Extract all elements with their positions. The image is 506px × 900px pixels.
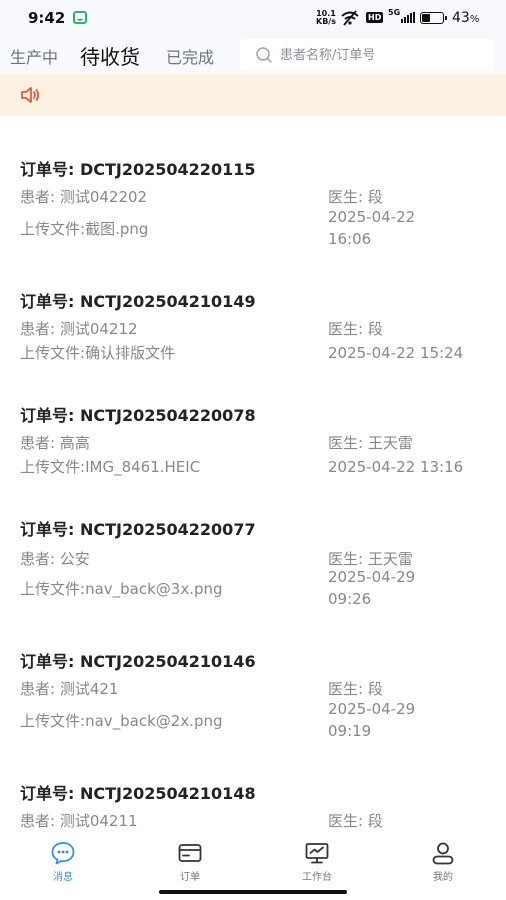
upload-file-field: 上传文件:确认排版文件 (20, 344, 176, 362)
message-icon (51, 842, 75, 865)
wifi-off-icon (340, 10, 360, 29)
signal-label: 5G (388, 8, 401, 17)
speaker-icon[interactable] (20, 85, 40, 105)
patient-field: 患者: 测试421 (20, 680, 119, 698)
patient-field: 患者: 测试042202 (20, 188, 148, 206)
order-date: 2025-04-22 15:24 (328, 344, 464, 362)
battery-icon (420, 12, 447, 24)
doctor-field: 医生: 王天雷 (328, 434, 413, 452)
monitor-icon (305, 843, 329, 864)
order-date: 2025-04-22 13:16 (328, 458, 464, 476)
patient-field: 患者: 测试04212 (20, 320, 138, 338)
order-number: 订单号: NCTJ202504210148 (20, 784, 256, 803)
nav-item-messages[interactable]: 消息 (23, 840, 103, 883)
upload-file-field: 上传文件:IMG_8461.HEIC (20, 458, 201, 476)
nav-label: 消息 (53, 872, 73, 883)
order-status-tabs: 生产中 待收货 已完成 (0, 36, 506, 74)
order-date: 2025-04-29 09:26 (328, 568, 416, 608)
nav-label: 工作台 (302, 872, 332, 883)
order-number: 订单号: NCTJ202504220078 (20, 406, 256, 425)
doctor-field: 医生: 段 (328, 812, 383, 830)
hd-badge: HD (366, 12, 384, 23)
upload-file-field: 上传文件:截图.png (20, 220, 149, 238)
status-time: 9:42 (28, 9, 66, 27)
patient-field: 患者: 公安 (20, 550, 90, 568)
tab-pending-receipt[interactable]: 待收货 (80, 41, 140, 70)
search-icon (256, 47, 272, 63)
app-notification-icon (73, 11, 87, 24)
order-list: 订单号: DCTJ202504220115 患者: 测试042202 医生: 段… (0, 116, 506, 834)
doctor-field: 医生: 段 (328, 680, 383, 698)
order-date: 2025-04-29 09:19 (328, 700, 416, 740)
status-bar: 9:42 10.1 KB/s HD 5G 43% (0, 0, 506, 36)
order-number: 订单号: NCTJ202504210146 (20, 652, 256, 671)
order-number: 订单号: DCTJ202504220115 (20, 160, 256, 179)
upload-file-field: 上传文件:nav_back@3x.png (20, 580, 223, 598)
wallet-icon (178, 844, 202, 862)
upload-file-field: 上传文件:nav_back@2x.png (20, 712, 223, 730)
order-date: 2025-04-22 16:06 (328, 208, 416, 248)
nav-item-orders[interactable]: 订单 (150, 840, 230, 883)
nav-label: 我的 (433, 872, 453, 883)
notice-bar (0, 74, 506, 116)
network-speed: 10.1 KB/s (316, 10, 336, 26)
user-icon (432, 842, 454, 865)
signal-bars-icon (401, 12, 415, 23)
battery-percent: 43% (452, 10, 480, 26)
nav-item-workbench[interactable]: 工作台 (277, 840, 357, 883)
order-number: 订单号: NCTJ202504210149 (20, 292, 256, 311)
tab-completed[interactable]: 已完成 (166, 44, 214, 68)
order-number: 订单号: NCTJ202504220077 (20, 520, 256, 539)
doctor-field: 医生: 段 (328, 320, 383, 338)
home-indicator (159, 890, 347, 894)
search-input[interactable] (280, 43, 480, 67)
patient-field: 患者: 测试04211 (20, 812, 138, 830)
patient-field: 患者: 高高 (20, 434, 90, 452)
network-speed-unit: KB/s (316, 17, 336, 26)
nav-item-profile[interactable]: 我的 (403, 840, 483, 883)
nav-label: 订单 (180, 872, 200, 883)
battery-percent-suffix: % (469, 14, 480, 25)
tab-in-production[interactable]: 生产中 (10, 44, 58, 68)
doctor-field: 医生: 段 (328, 188, 383, 206)
search-box[interactable] (240, 39, 494, 71)
